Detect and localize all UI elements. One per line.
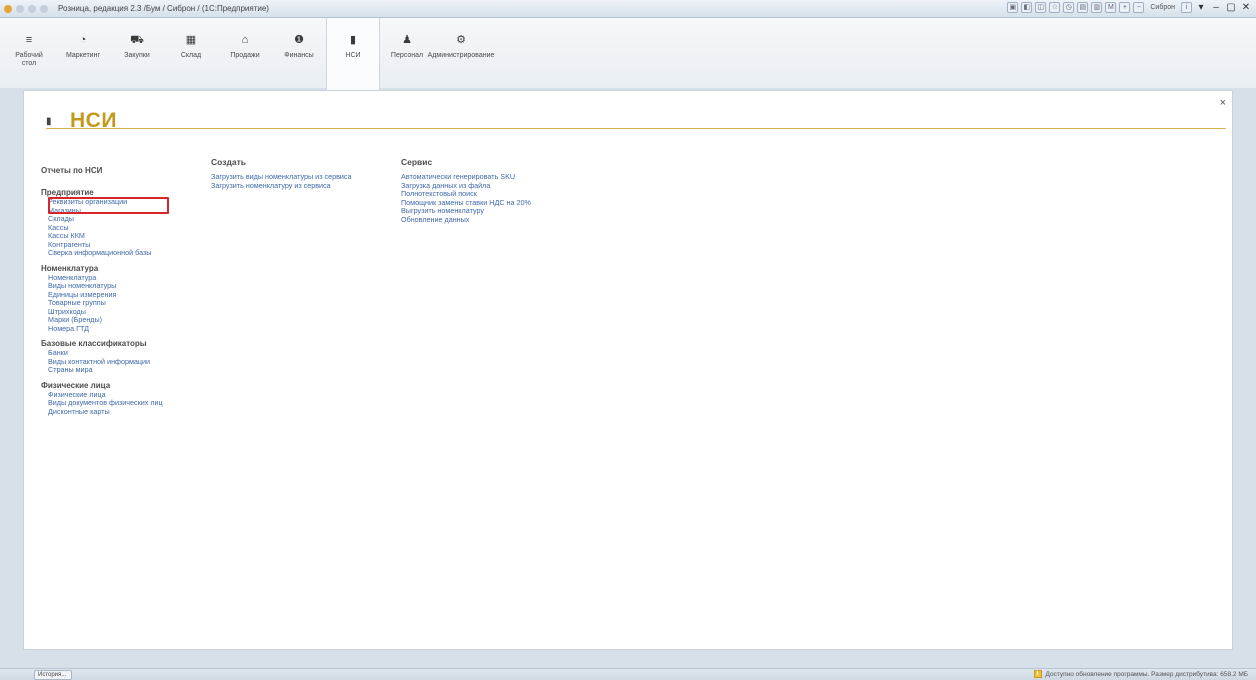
copy-icon[interactable]: ◫: [1035, 2, 1047, 13]
print-icon[interactable]: ◧: [1021, 2, 1033, 13]
section-desktop[interactable]: ≡ Рабочий стол: [2, 18, 56, 88]
minimize-icon[interactable]: –: [1210, 2, 1222, 13]
history-button[interactable]: История...: [34, 670, 72, 680]
section-purchases[interactable]: ⛟ Закупки: [110, 18, 164, 88]
section-label: Персонал: [390, 52, 424, 59]
nav-link[interactable]: Номера ГТД: [41, 324, 231, 334]
calendar-icon[interactable]: ▤: [1077, 2, 1089, 13]
window-title: Розница, редакция 2.3 /Бум / Сиброн / (1…: [58, 4, 269, 13]
finance-icon: ❶: [294, 34, 304, 46]
nav-link[interactable]: Сверка информационной базы: [41, 248, 231, 258]
sales-icon: ⌂: [241, 34, 249, 46]
section-finance[interactable]: ❶ Финансы: [272, 18, 326, 88]
back-icon[interactable]: [16, 4, 24, 13]
nav-link[interactable]: Страны мира: [41, 365, 231, 375]
section-personnel[interactable]: ♟ Персонал: [380, 18, 434, 88]
service-title: Сервис: [401, 157, 433, 167]
nav-link[interactable]: Склады: [41, 214, 231, 224]
section-label: Администрирование: [427, 52, 495, 59]
info-icon[interactable]: i: [1181, 2, 1192, 13]
nsi-icon: ▮: [349, 34, 357, 46]
page-title: НСИ: [70, 109, 117, 132]
section-sales[interactable]: ⌂ Продажи: [218, 18, 272, 88]
update-notice[interactable]: i Доступно обновление программы. Размер …: [1033, 670, 1248, 678]
reports-link[interactable]: Отчеты по НСИ: [41, 166, 231, 176]
memory-minus-icon[interactable]: −: [1133, 2, 1145, 13]
personnel-icon: ♟: [402, 34, 412, 46]
group-title: Номенклатура: [41, 263, 99, 273]
menu-arrow-icon[interactable]: ▾: [1195, 2, 1207, 13]
close-icon[interactable]: ×: [1220, 97, 1226, 109]
page-header: ▮ НСИ: [46, 109, 117, 133]
window-controls-left: Розница, редакция 2.3 /Бум / Сиброн / (1…: [0, 4, 269, 13]
marketing-icon: ◔: [79, 34, 87, 46]
section-label: Рабочий стол: [15, 52, 43, 67]
memory-plus-icon[interactable]: +: [1119, 2, 1131, 13]
desktop-icon: ≡: [25, 34, 33, 46]
user-name[interactable]: Сиброн: [1147, 4, 1178, 11]
title-divider: [46, 128, 1226, 129]
warehouse-icon: ▦: [185, 34, 197, 46]
section-label: Склад: [180, 52, 202, 59]
section-label: Продажи: [230, 52, 260, 59]
column-service: Сервис Автоматически генерировать SKU Заг…: [401, 157, 621, 224]
group-title: Физические лица: [41, 380, 111, 390]
section-label: Закупки: [124, 52, 150, 59]
favorite-icon[interactable]: ☆: [1049, 2, 1061, 13]
purchases-icon: ⛟: [130, 34, 144, 46]
column2-link[interactable]: Загрузить номенклатуру из сервиса: [211, 181, 401, 191]
administration-icon: ⚙: [456, 34, 466, 46]
update-message[interactable]: Доступно обновление программы. Размер ди…: [1046, 671, 1248, 678]
section-label: Финансы: [284, 52, 314, 59]
save-icon[interactable]: ▣: [1007, 2, 1019, 13]
calculator-icon[interactable]: ▥: [1091, 2, 1103, 13]
forward-icon[interactable]: [28, 4, 36, 13]
column-create: Создать Загрузить виды номенклатуры из с…: [211, 157, 401, 190]
window-close-icon[interactable]: ✕: [1240, 2, 1252, 13]
column-enterprise: Отчеты по НСИ Предприятие Реквизиты орган…: [41, 166, 231, 416]
status-bar: История... i Доступно обновление програм…: [0, 668, 1256, 680]
section-marketing[interactable]: ◔ Маркетинг: [56, 18, 110, 88]
section-warehouse[interactable]: ▦ Склад: [164, 18, 218, 88]
group-title: Базовые классификаторы: [41, 339, 147, 348]
section-label: НСИ: [345, 52, 361, 59]
section-label: Маркетинг: [65, 52, 101, 59]
column3-link[interactable]: Обновление данных: [401, 215, 621, 225]
maximize-icon[interactable]: ▢: [1225, 2, 1237, 13]
title-bar: Розница, редакция 2.3 /Бум / Сиброн / (1…: [0, 0, 1256, 18]
nav-link[interactable]: Дисконтные карты: [41, 407, 231, 417]
section-nsi[interactable]: ▮ НСИ: [326, 18, 380, 90]
nsi-page-icon: ▮: [46, 115, 52, 127]
history-icon[interactable]: ◷: [1063, 2, 1075, 13]
memory-icon[interactable]: M: [1105, 2, 1117, 13]
info-icon: i: [1033, 670, 1042, 678]
create-title: Создать: [211, 157, 246, 167]
sections-panel: ≡ Рабочий стол ◔ Маркетинг ⛟ Закупки ▦ Склад ⌂ Пр…: [0, 18, 1256, 90]
window-controls-right: ▣ ◧ ◫ ☆ ◷ ▤ ▥ M + − Сиброн i ▾ – ▢ ✕: [1007, 2, 1252, 13]
star-icon[interactable]: [40, 4, 48, 13]
section-administration[interactable]: ⚙ Администрирование: [428, 18, 495, 88]
app-logo-icon[interactable]: [4, 4, 12, 13]
work-area: × ▮ НСИ Отчеты по НСИ Предприятие Реквизи…: [23, 90, 1233, 650]
